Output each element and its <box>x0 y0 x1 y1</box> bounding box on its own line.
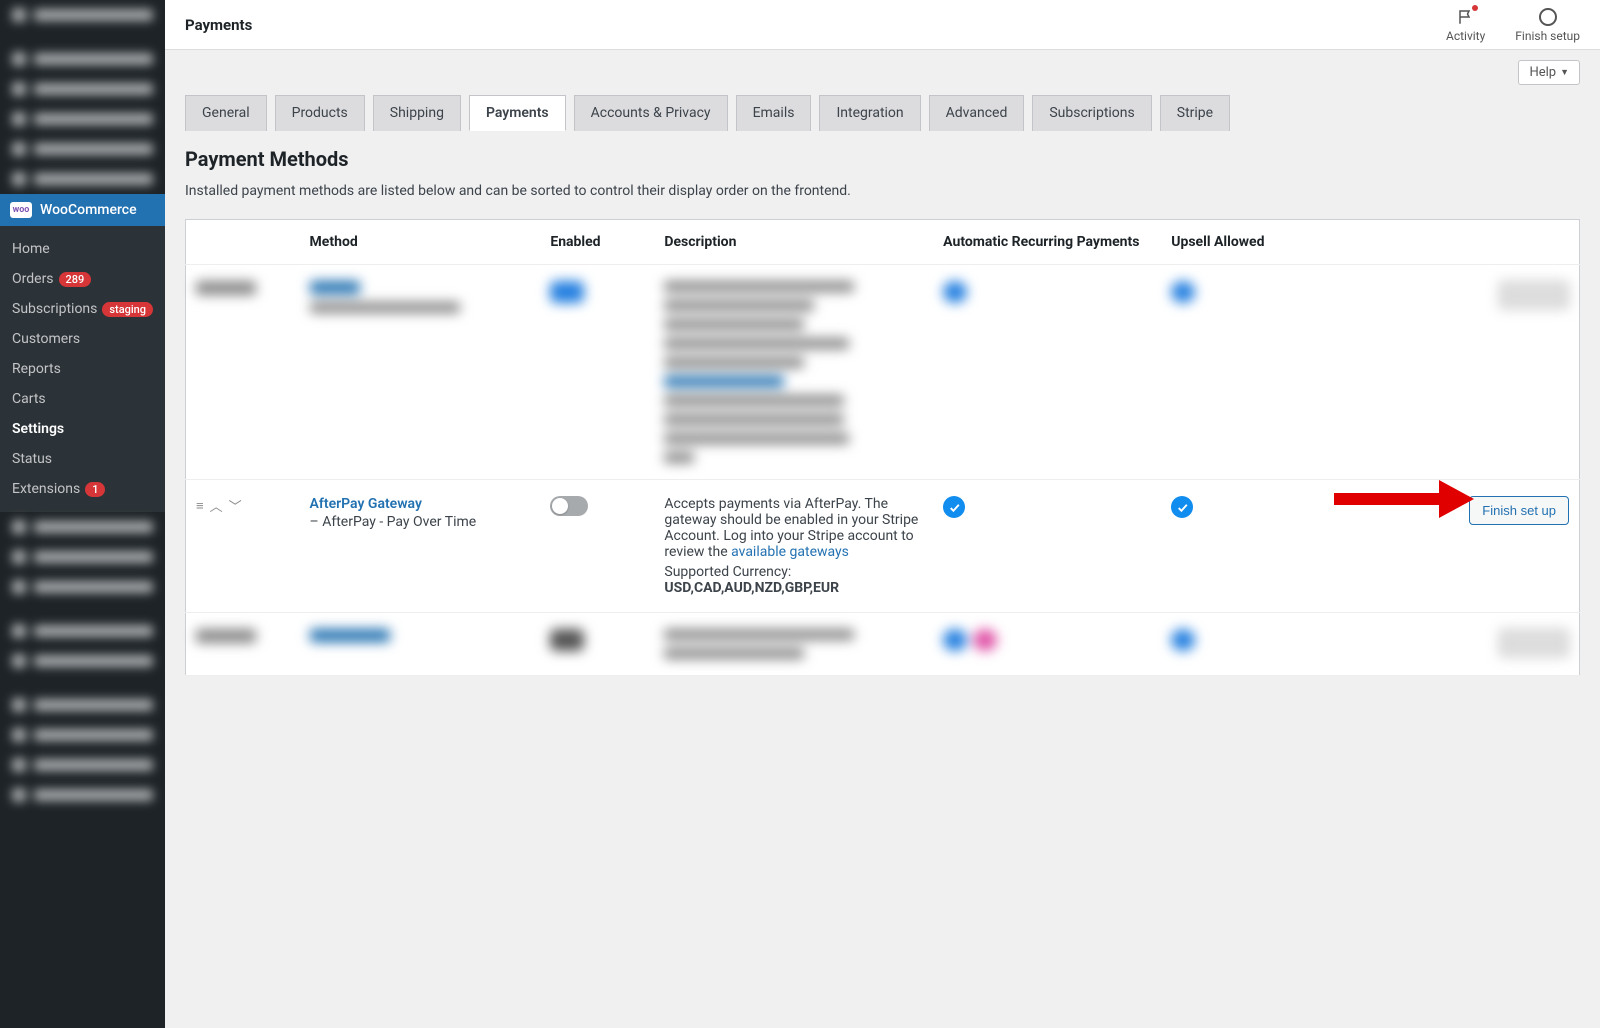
tab-subscriptions[interactable]: Subscriptions <box>1032 95 1151 131</box>
enabled-toggle[interactable] <box>550 496 588 516</box>
method-name-link[interactable]: AfterPay Gateway <box>310 496 422 512</box>
sidebar-sub-subscriptions[interactable]: Subscriptionsstaging <box>0 294 165 324</box>
table-row-blurred <box>186 613 1580 676</box>
sidebar-item-blurred[interactable] <box>0 780 165 810</box>
tab-shipping[interactable]: Shipping <box>373 95 461 131</box>
sidebar-item-blurred[interactable] <box>0 104 165 134</box>
method-description: Accepts payments via AfterPay. The gatew… <box>664 496 923 596</box>
col-method: Method <box>300 220 541 265</box>
sidebar-item-blurred[interactable] <box>0 646 165 676</box>
woocommerce-icon: woo <box>10 202 32 218</box>
sidebar-sub-home[interactable]: Home <box>0 234 165 264</box>
col-upsell: Upsell Allowed <box>1161 220 1389 265</box>
activity-button[interactable]: Activity <box>1446 7 1485 43</box>
sidebar-label: WooCommerce <box>40 202 137 218</box>
drag-handle-icon[interactable]: ≡ <box>196 498 204 514</box>
table-row-afterpay: ≡ ︿ ﹀ AfterPay Gateway – AfterPay - Pay … <box>186 480 1580 613</box>
sidebar-item-blurred[interactable] <box>0 572 165 602</box>
sidebar-item-blurred[interactable] <box>0 44 165 74</box>
admin-sidebar: woo WooCommerce Home Orders289 Subscript… <box>0 0 165 1028</box>
supported-currencies: USD,CAD,AUD,NZD,GBP,EUR <box>664 580 923 596</box>
orders-count-badge: 289 <box>59 272 92 287</box>
topbar: Payments Activity Finish setup <box>165 0 1600 50</box>
sidebar-item-blurred[interactable] <box>0 542 165 572</box>
help-button[interactable]: Help▼ <box>1518 60 1580 85</box>
col-sort <box>186 220 300 265</box>
flag-icon <box>1457 7 1475 27</box>
sidebar-item-blurred[interactable] <box>0 720 165 750</box>
settings-tabs: General Products Shipping Payments Accou… <box>185 95 1580 131</box>
check-icon <box>1171 496 1193 518</box>
sidebar-item-blurred[interactable] <box>0 616 165 646</box>
available-gateways-link[interactable]: available gateways <box>731 544 849 560</box>
payment-methods-table: Method Enabled Description Automatic Rec… <box>185 219 1580 676</box>
method-subtitle: – AfterPay - Pay Over Time <box>310 514 531 530</box>
finish-setup-button[interactable]: Finish setup <box>1515 7 1580 43</box>
sidebar-item-blurred[interactable] <box>0 74 165 104</box>
sidebar-item-blurred[interactable] <box>0 134 165 164</box>
chevron-down-icon: ▼ <box>1560 67 1569 78</box>
sidebar-item-blurred[interactable] <box>0 690 165 720</box>
tab-advanced[interactable]: Advanced <box>929 95 1025 131</box>
move-up-icon[interactable]: ︿ <box>210 496 223 515</box>
tab-stripe[interactable]: Stripe <box>1160 95 1230 131</box>
move-down-icon[interactable]: ﹀ <box>229 496 242 515</box>
col-enabled: Enabled <box>540 220 654 265</box>
sidebar-sub-settings[interactable]: Settings <box>0 414 165 444</box>
finish-setup-button[interactable]: Finish set up <box>1469 496 1569 525</box>
sidebar-sub-reports[interactable]: Reports <box>0 354 165 384</box>
sidebar-item-blurred[interactable] <box>0 512 165 542</box>
page-title: Payments <box>185 16 252 34</box>
extensions-badge: 1 <box>85 482 105 497</box>
section-title: Payment Methods <box>185 147 1580 171</box>
tab-emails[interactable]: Emails <box>736 95 812 131</box>
sidebar-sub-customers[interactable]: Customers <box>0 324 165 354</box>
sidebar-item-blurred[interactable] <box>0 750 165 780</box>
section-description: Installed payment methods are listed bel… <box>185 183 1580 199</box>
table-row-blurred <box>186 265 1580 480</box>
sidebar-item-blurred[interactable] <box>0 0 165 30</box>
tab-products[interactable]: Products <box>275 95 365 131</box>
col-description: Description <box>654 220 933 265</box>
col-auto-recurring: Automatic Recurring Payments <box>933 220 1161 265</box>
sidebar-item-woocommerce[interactable]: woo WooCommerce <box>0 194 165 226</box>
check-icon <box>943 496 965 518</box>
sidebar-sub-carts[interactable]: Carts <box>0 384 165 414</box>
tab-general[interactable]: General <box>185 95 267 131</box>
woocommerce-submenu: Home Orders289 Subscriptionsstaging Cust… <box>0 226 165 512</box>
circle-icon <box>1539 7 1557 27</box>
sidebar-sub-orders[interactable]: Orders289 <box>0 264 165 294</box>
staging-badge: staging <box>102 302 153 317</box>
tab-integration[interactable]: Integration <box>819 95 920 131</box>
sidebar-sub-extensions[interactable]: Extensions1 <box>0 474 165 504</box>
col-action <box>1389 220 1579 265</box>
sidebar-sub-status[interactable]: Status <box>0 444 165 474</box>
sidebar-item-blurred[interactable] <box>0 164 165 194</box>
tab-payments[interactable]: Payments <box>469 95 566 131</box>
tab-accounts-privacy[interactable]: Accounts & Privacy <box>574 95 728 131</box>
